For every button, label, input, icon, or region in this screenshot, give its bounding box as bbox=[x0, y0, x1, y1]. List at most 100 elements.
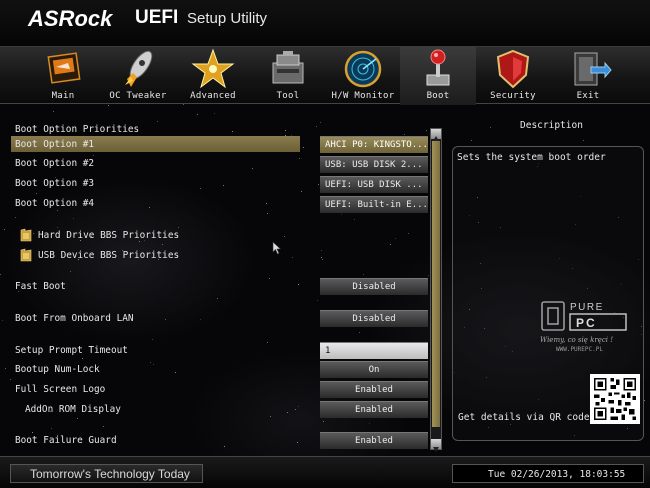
star bbox=[200, 188, 201, 189]
scrollbar[interactable] bbox=[430, 128, 442, 452]
setup-prompt-timeout-label[interactable]: Setup Prompt Timeout bbox=[15, 345, 128, 356]
star bbox=[426, 130, 427, 131]
star bbox=[359, 332, 360, 333]
scroll-up-button[interactable] bbox=[431, 129, 441, 141]
fast-boot-label[interactable]: Fast Boot bbox=[15, 281, 66, 292]
tab-oc-tweaker[interactable]: OC Tweaker bbox=[100, 47, 176, 105]
star bbox=[317, 300, 318, 301]
star bbox=[292, 257, 293, 258]
star bbox=[36, 193, 37, 194]
scroll-thumb[interactable] bbox=[432, 141, 440, 427]
star bbox=[200, 319, 201, 320]
star bbox=[217, 298, 218, 299]
boot-failure-guard-label[interactable]: Boot Failure Guard bbox=[15, 435, 117, 446]
boot-option-priorities-heading: Boot Option Priorities bbox=[15, 124, 140, 135]
boot-option-1-label[interactable]: Boot Option #1 bbox=[15, 139, 94, 150]
star bbox=[51, 428, 52, 429]
fast-boot-value[interactable]: Disabled bbox=[320, 278, 428, 295]
star bbox=[301, 191, 302, 192]
slogan-text: Tomorrow's Technology Today bbox=[30, 467, 190, 481]
star bbox=[33, 233, 34, 234]
tab-label: Security bbox=[490, 91, 536, 101]
star bbox=[223, 185, 224, 186]
boot-option-2-label[interactable]: Boot Option #2 bbox=[15, 158, 94, 169]
tab-boot[interactable]: Boot bbox=[400, 47, 476, 105]
addon-rom-display-value[interactable]: Enabled bbox=[320, 401, 428, 418]
boot-failure-guard-value[interactable]: Enabled bbox=[320, 432, 428, 449]
star bbox=[15, 217, 16, 218]
boot-option-4-value[interactable]: UEFI: Built-in E... bbox=[320, 196, 428, 213]
star bbox=[178, 227, 179, 228]
star bbox=[341, 214, 342, 215]
watermark-tagline: Wiemy, co się kręci ! bbox=[540, 336, 614, 344]
star bbox=[321, 257, 322, 258]
star bbox=[0, 274, 1, 275]
scroll-down-button[interactable] bbox=[431, 439, 441, 452]
boot-option-2-value[interactable]: USB: USB DISK 2... bbox=[320, 156, 428, 173]
star bbox=[82, 358, 83, 359]
star bbox=[103, 426, 104, 427]
boot-option-1-value[interactable]: AHCI P0: KINGSTO... bbox=[320, 136, 428, 153]
main-icon bbox=[47, 52, 81, 84]
full-screen-logo-label[interactable]: Full Screen Logo bbox=[15, 384, 105, 395]
star bbox=[298, 406, 299, 407]
star bbox=[316, 126, 317, 127]
boot-from-lan-value[interactable]: Disabled bbox=[320, 310, 428, 327]
star bbox=[297, 442, 298, 443]
boot-option-3-value[interactable]: UEFI: USB DISK ... bbox=[320, 176, 428, 193]
star bbox=[428, 275, 429, 276]
submenu-hard-drive-bbs[interactable]: Hard Drive BBS Priorities bbox=[38, 230, 179, 241]
exit-door-icon bbox=[574, 52, 612, 86]
tab-advanced[interactable]: Advanced bbox=[175, 47, 251, 105]
tab-bar: Main OC Tweaker Advanced Tool H/W Monito… bbox=[0, 46, 650, 105]
star bbox=[321, 250, 322, 251]
bootup-numlock-label[interactable]: Bootup Num-Lock bbox=[15, 364, 100, 375]
star bbox=[267, 342, 268, 343]
tab-label: Main bbox=[51, 91, 75, 101]
star bbox=[408, 233, 409, 234]
setup-prompt-timeout-input[interactable]: 1 bbox=[320, 342, 428, 359]
addon-rom-display-label[interactable]: AddOn ROM Display bbox=[25, 404, 121, 415]
star bbox=[165, 319, 166, 320]
tab-hw-monitor[interactable]: H/W Monitor bbox=[325, 47, 401, 105]
boot-from-lan-label[interactable]: Boot From Onboard LAN bbox=[15, 313, 134, 324]
tab-tool[interactable]: Tool bbox=[250, 47, 326, 105]
star bbox=[149, 207, 150, 208]
star bbox=[322, 259, 323, 260]
tab-exit[interactable]: Exit bbox=[550, 47, 626, 105]
full-screen-logo-value[interactable]: Enabled bbox=[320, 381, 428, 398]
boot-option-3-label[interactable]: Boot Option #3 bbox=[15, 178, 94, 189]
description-heading: Description bbox=[520, 120, 583, 131]
star bbox=[5, 368, 6, 369]
submenu-usb-device-bbs[interactable]: USB Device BBS Priorities bbox=[38, 250, 179, 261]
rocket-icon bbox=[125, 50, 153, 87]
datetime-display: Tue 02/26/2013, 18:03:55 bbox=[488, 469, 626, 480]
radar-icon bbox=[344, 50, 382, 88]
star bbox=[363, 274, 364, 275]
star bbox=[269, 278, 270, 279]
star bbox=[284, 236, 285, 237]
bootup-numlock-value[interactable]: On bbox=[320, 361, 428, 378]
star bbox=[471, 140, 472, 141]
tab-security[interactable]: Security bbox=[475, 47, 551, 105]
star bbox=[32, 432, 33, 433]
tab-label: Tool bbox=[276, 91, 300, 101]
star bbox=[77, 418, 78, 419]
star bbox=[303, 147, 304, 148]
star bbox=[53, 111, 54, 112]
qr-hint-text: Get details via QR code bbox=[458, 412, 590, 423]
star bbox=[354, 219, 355, 220]
tab-main[interactable]: Main bbox=[25, 47, 101, 105]
star bbox=[153, 364, 154, 365]
tab-label: OC Tweaker bbox=[109, 91, 167, 101]
star bbox=[267, 213, 268, 214]
joystick-icon bbox=[426, 49, 450, 86]
star bbox=[70, 271, 71, 272]
boot-option-4-label[interactable]: Boot Option #4 bbox=[15, 198, 94, 209]
star bbox=[287, 412, 288, 413]
brand-logo: ASRock bbox=[28, 6, 113, 31]
star bbox=[57, 210, 58, 211]
star bbox=[644, 400, 645, 401]
star bbox=[150, 362, 151, 363]
purepc-logo-text-bottom: PC bbox=[576, 316, 597, 330]
